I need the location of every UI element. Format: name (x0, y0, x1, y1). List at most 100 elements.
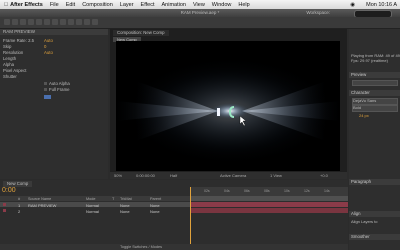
mask-tool-icon[interactable] (52, 19, 58, 25)
menu-effect[interactable]: Effect (141, 2, 155, 8)
character-tab[interactable]: Character (349, 90, 400, 96)
views-dropdown[interactable]: 1 View (270, 173, 282, 178)
zoom-dropdown[interactable]: 50% (114, 173, 122, 178)
layer-duration-bar[interactable] (190, 208, 348, 213)
setting-label: Pixel Aspect (3, 68, 27, 73)
timecode-display[interactable]: 0:00 (2, 187, 16, 194)
color-swatch[interactable] (44, 95, 51, 99)
layer-parent[interactable]: None (150, 209, 160, 214)
ruler-tick-label: 12s (304, 189, 310, 193)
clock[interactable]: Mon 10:16 A (366, 2, 397, 8)
exposure-value[interactable]: +0.0 (320, 173, 328, 178)
pen-tool-icon[interactable] (60, 19, 66, 25)
layer-color-label[interactable] (3, 203, 6, 206)
zoom-tool-icon[interactable] (20, 19, 26, 25)
light-burst-render (116, 56, 340, 166)
menu-edit[interactable]: Edit (66, 2, 75, 8)
composition-canvas[interactable] (116, 41, 340, 171)
rotate-tool-icon[interactable] (28, 19, 34, 25)
align-layers-label: Align Layers to (351, 219, 378, 224)
checkbox-full-frame[interactable]: Full Frame (44, 87, 70, 92)
app-menu[interactable]: After Effects (10, 2, 43, 8)
layer-color-label[interactable] (3, 209, 6, 212)
right-panels: Playing from RAM: 49 of 49 Fps: 29.97 (r… (349, 29, 400, 250)
column-parent: Parent (150, 196, 162, 201)
setting-label: Frame Rate: 2.5 (3, 38, 35, 43)
layer-name[interactable]: RAM PREVIEW (28, 203, 56, 208)
current-time[interactable]: 0:00:00:00 (136, 173, 155, 178)
checkbox-icon[interactable] (44, 82, 47, 86)
font-style-value: Bold (353, 105, 362, 110)
window-title: RAM Preview.aep * (180, 10, 220, 15)
menu-layer[interactable]: Layer (120, 2, 134, 8)
column-mode: Mode (86, 196, 96, 201)
layer-trkmat[interactable]: None (120, 209, 130, 214)
layer-row[interactable]: 2 Normal None None (0, 208, 190, 214)
toggle-switches-modes[interactable]: Toggle Switches / Modes (120, 245, 162, 249)
layer-column-headers: # Source Name Mode T TrkMat Parent (0, 196, 190, 201)
selection-tool-icon[interactable] (4, 19, 10, 25)
work-area-bar[interactable] (190, 196, 348, 201)
ruler-tick-label: 08s (264, 189, 270, 193)
setting-value[interactable]: Auto (44, 38, 53, 43)
preview-controls[interactable] (352, 80, 398, 86)
smoother-tab[interactable]: Smoother (349, 234, 400, 240)
menu-window[interactable]: Window (212, 2, 232, 8)
workspace-label[interactable]: Workspace: (306, 10, 330, 15)
ruler-tick-label: 14s (324, 189, 330, 193)
column-t: T (112, 196, 115, 201)
layer-parent[interactable]: None (150, 203, 160, 208)
setting-label: Alpha (3, 62, 14, 67)
menu-help[interactable]: Help (238, 2, 249, 8)
window-title-bar: RAM Preview.aep * Workspace: (0, 9, 400, 18)
layer-duration-bar[interactable] (190, 202, 348, 207)
project-panel: RAM PREVIEW Frame Rate: 2.5 Auto Skip 0 … (0, 29, 108, 179)
ruler-tick-label: 10s (284, 189, 290, 193)
viewer-toolbar: 50% 0:00:00:00 Half Active Camera 1 View… (110, 172, 347, 179)
checkbox-icon[interactable] (44, 88, 47, 92)
column-source-name: Source Name (28, 196, 52, 201)
align-tab[interactable]: Align (349, 211, 400, 217)
checkbox-auto-alpha[interactable]: Auto Alpha (44, 81, 70, 86)
timeline-panel: New Comp 0:00 # Source Name Mode T TrkMa… (0, 180, 348, 250)
type-tool-icon[interactable] (68, 19, 74, 25)
pan-behind-tool-icon[interactable] (44, 19, 50, 25)
preview-tab[interactable]: Preview (349, 72, 400, 78)
brush-tool-icon[interactable] (76, 19, 82, 25)
layer-row[interactable]: 1 RAM PREVIEW Normal None None (0, 202, 190, 208)
camera-tool-icon[interactable] (36, 19, 42, 25)
timeline-footer: Toggle Switches / Modes (0, 244, 348, 250)
layer-index: 2 (18, 208, 21, 214)
info-fps-text: Fps: 29.97 (realtime) (351, 58, 388, 63)
layer-mode[interactable]: Normal (86, 209, 99, 214)
camera-dropdown[interactable]: Active Camera (220, 173, 246, 178)
apple-icon[interactable]:  (4, 2, 8, 8)
wifi-icon[interactable]: ◉ (350, 2, 355, 8)
resolution-dropdown[interactable]: Half (170, 173, 177, 178)
layer-mode[interactable]: Normal (86, 203, 99, 208)
setting-label: Resolution (3, 50, 24, 55)
ruler-tick-label: 04s (224, 189, 230, 193)
font-size-value[interactable]: 24 px (359, 113, 369, 118)
current-time-indicator[interactable] (190, 187, 191, 250)
column-index: # (18, 196, 21, 201)
menu-animation[interactable]: Animation (162, 2, 186, 8)
checkbox-label: Auto Alpha (49, 81, 70, 86)
layer-trkmat[interactable]: None (120, 203, 130, 208)
column-trkmat: TrkMat (120, 196, 132, 201)
setting-value[interactable]: 0 (44, 44, 46, 49)
time-ruler[interactable]: 02s 04s 06s 08s 10s 12s 14s (190, 187, 348, 196)
hand-tool-icon[interactable] (12, 19, 18, 25)
composition-tab[interactable]: Composition: New Comp (113, 30, 169, 36)
layer-index: 1 (18, 202, 21, 208)
eraser-tool-icon[interactable] (92, 19, 98, 25)
setting-value[interactable]: Auto (44, 50, 53, 55)
menu-file[interactable]: File (50, 2, 59, 8)
paragraph-tab[interactable]: Paragraph (349, 179, 400, 185)
checkbox-label: Full Frame (49, 87, 70, 92)
menu-view[interactable]: View (193, 2, 205, 8)
ruler-tick-label: 02s (204, 189, 210, 193)
project-panel-tab[interactable]: RAM PREVIEW (0, 29, 108, 35)
clone-tool-icon[interactable] (84, 19, 90, 25)
menu-composition[interactable]: Composition (82, 2, 113, 8)
